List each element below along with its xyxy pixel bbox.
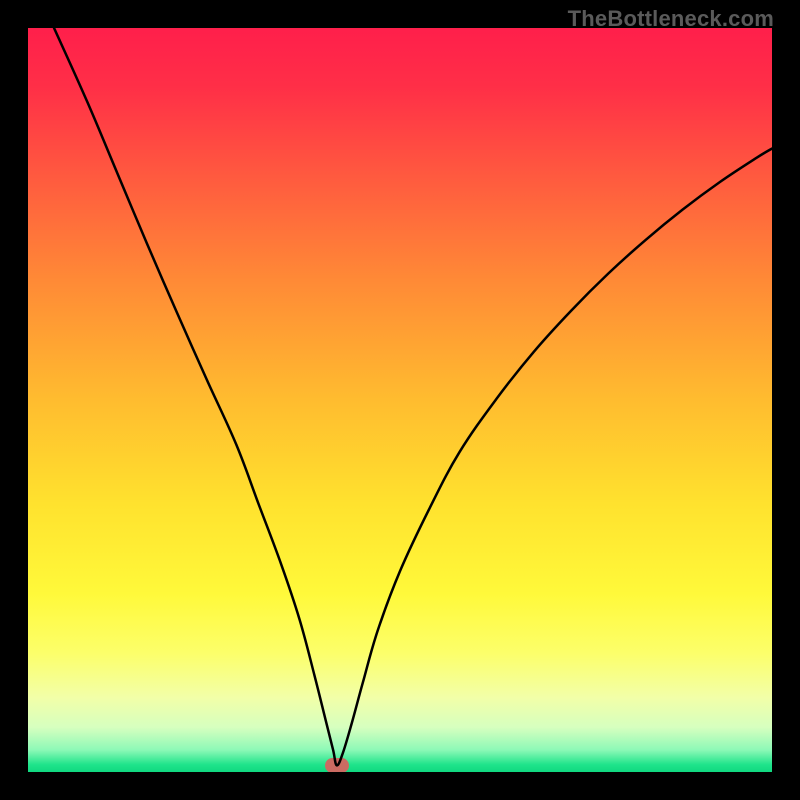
bottleneck-curve [28,28,772,772]
plot-area [28,28,772,772]
watermark-text: TheBottleneck.com [568,6,774,32]
chart-frame: TheBottleneck.com [0,0,800,800]
